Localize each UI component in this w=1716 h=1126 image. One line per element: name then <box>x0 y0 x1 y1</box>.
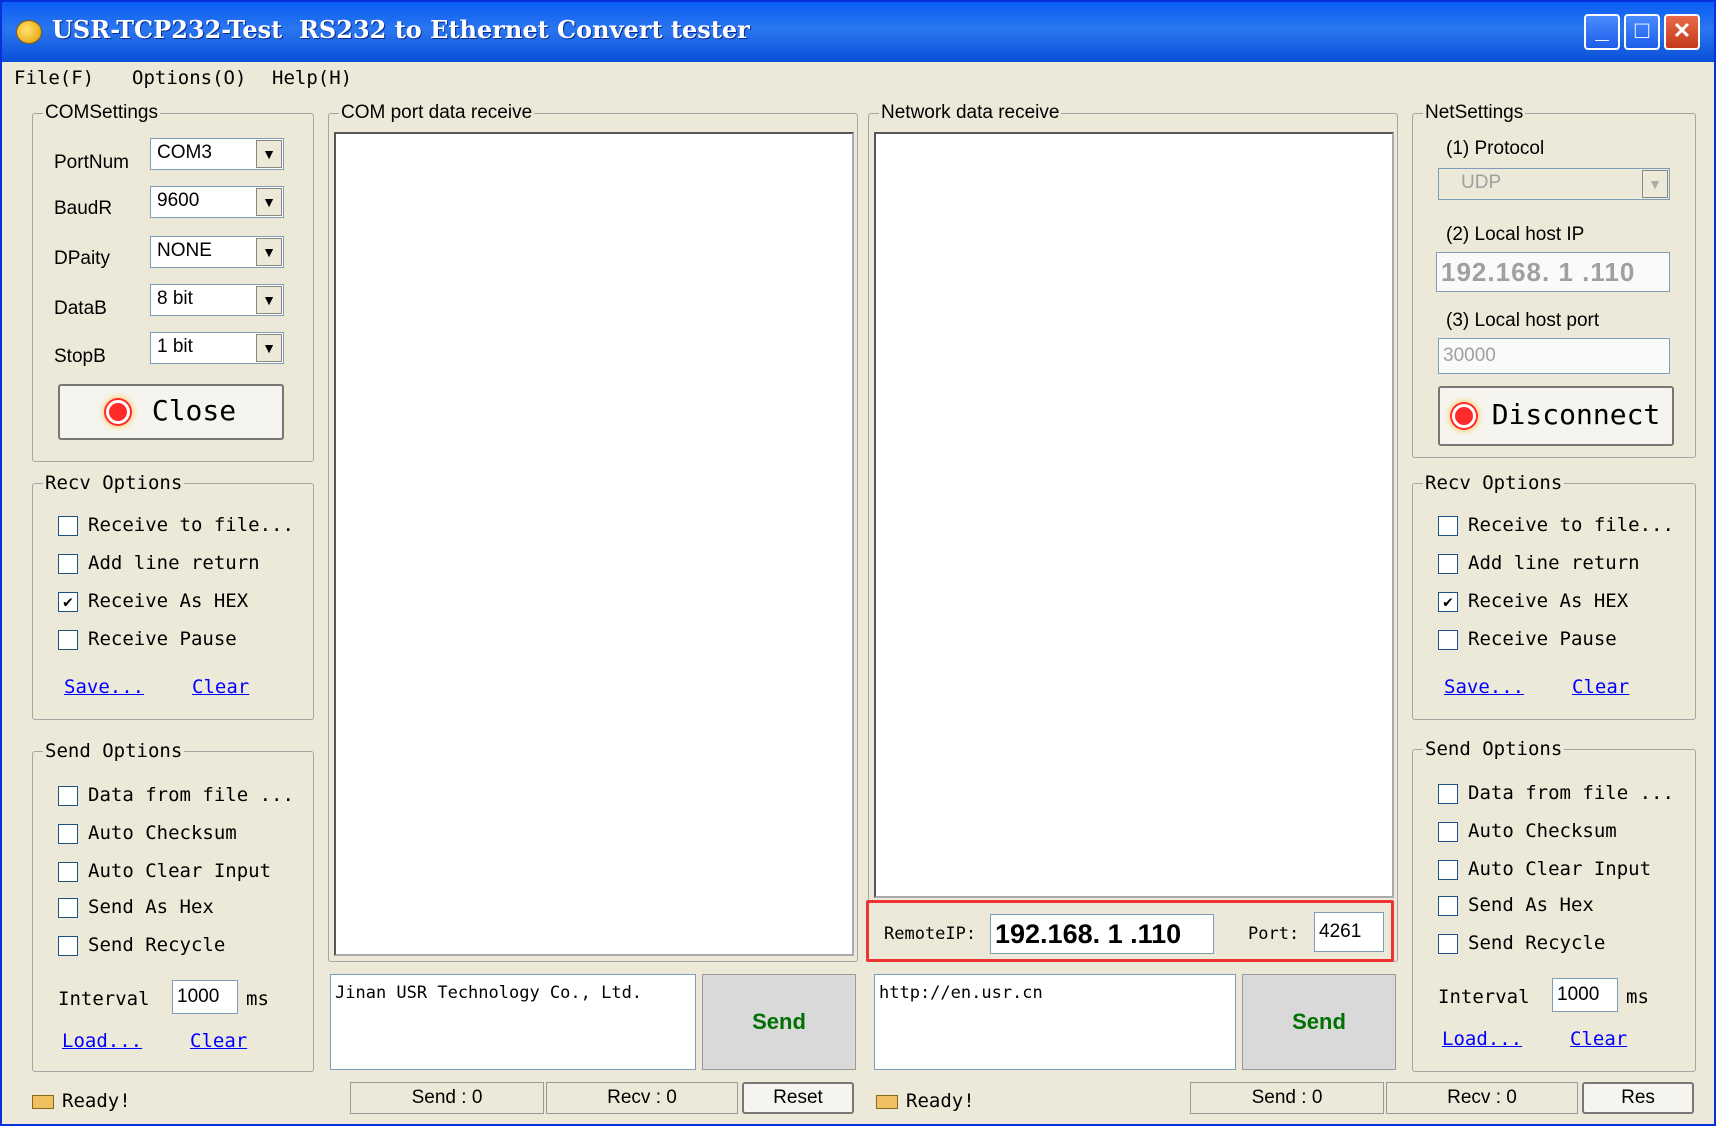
host-ip-label: (2) Local host IP <box>1446 224 1585 245</box>
net-reset-button[interactable]: Res <box>1582 1082 1694 1114</box>
com-recv-count: Recv : 0 <box>546 1082 738 1114</box>
com-recv-to-file-checkbox[interactable]: Receive to file... <box>58 514 294 536</box>
databits-label: DataB <box>54 298 107 319</box>
com-recv-clear-link[interactable]: Clear <box>192 676 249 698</box>
com-interval-unit: ms <box>246 988 269 1010</box>
net-interval-input[interactable]: 1000 <box>1552 978 1618 1012</box>
title-bar: USR-TCP232-Test RS232 to Ethernet Conver… <box>2 2 1714 62</box>
net-send-options-legend: Send Options <box>1425 738 1563 760</box>
com-recv-options-legend: Recv Options <box>45 472 183 494</box>
com-receive-legend: COM port data receive <box>341 102 533 123</box>
chevron-down-icon: ▼ <box>256 286 282 314</box>
com-recv-as-hex-checkbox[interactable]: ✔ Receive As HEX <box>58 590 248 612</box>
net-send-button[interactable]: Send <box>1242 974 1396 1070</box>
net-recv-as-hex-checkbox[interactable]: ✔ Receive As HEX <box>1438 590 1628 612</box>
com-close-button[interactable]: Close <box>58 384 284 440</box>
portnum-select[interactable]: COM3 ▼ <box>150 138 284 170</box>
net-recv-clear-link[interactable]: Clear <box>1572 676 1629 698</box>
remote-port-input[interactable]: 4261 <box>1314 912 1384 952</box>
menu-file[interactable]: File(F) <box>14 67 94 89</box>
net-send-input[interactable]: http://en.usr.cn <box>874 974 1236 1070</box>
net-interval-unit: ms <box>1626 986 1649 1008</box>
com-send-options-legend: Send Options <box>45 740 183 762</box>
baudrate-select[interactable]: 9600 ▼ <box>150 186 284 218</box>
com-receive-textarea[interactable] <box>334 132 854 956</box>
hand-pointer-icon <box>876 1094 898 1109</box>
app-window: USR-TCP232-Test RS232 to Ethernet Conver… <box>0 0 1716 1126</box>
app-icon <box>16 20 42 44</box>
net-send-as-hex-checkbox[interactable]: Send As Hex <box>1438 894 1594 916</box>
status-light-icon <box>105 400 130 424</box>
close-window-button[interactable]: ✕ <box>1664 14 1700 50</box>
com-interval-label: Interval <box>58 988 150 1010</box>
com-add-line-return-checkbox[interactable]: Add line return <box>58 552 260 574</box>
remote-ip-label: RemoteIP: <box>884 924 977 944</box>
net-interval-label: Interval <box>1438 986 1530 1008</box>
window-title: USR-TCP232-Test RS232 to Ethernet Conver… <box>52 15 750 44</box>
maximize-button[interactable]: □ <box>1624 14 1660 50</box>
remote-port-label: Port: <box>1248 924 1300 944</box>
menu-help[interactable]: Help(H) <box>272 67 352 89</box>
net-receive-textarea[interactable] <box>874 132 1394 898</box>
host-ip-input[interactable]: 192.168. 1 .110 <box>1436 252 1670 292</box>
baudrate-label: BaudR <box>54 198 113 219</box>
disconnect-button[interactable]: Disconnect <box>1438 386 1674 446</box>
com-recv-pause-checkbox[interactable]: Receive Pause <box>58 628 237 650</box>
portnum-label: PortNum <box>54 152 129 173</box>
chevron-down-icon: ▼ <box>1642 170 1668 198</box>
protocol-select[interactable]: UDP ▼ <box>1438 168 1670 200</box>
net-recv-count: Recv : 0 <box>1386 1082 1578 1114</box>
net-data-from-file-checkbox[interactable]: Data from file ... <box>1438 782 1674 804</box>
net-send-recycle-checkbox[interactable]: Send Recycle <box>1438 932 1605 954</box>
com-reset-button[interactable]: Reset <box>742 1082 854 1114</box>
net-auto-checksum-checkbox[interactable]: Auto Checksum <box>1438 820 1617 842</box>
menu-options[interactable]: Options(O) <box>132 67 246 89</box>
net-auto-clear-input-checkbox[interactable]: Auto Clear Input <box>1438 858 1651 880</box>
stopbits-select[interactable]: 1 bit ▼ <box>150 332 284 364</box>
status-light-icon <box>1451 404 1476 428</box>
com-status-ready: Ready! <box>32 1090 131 1112</box>
checkmark-icon: ✔ <box>58 591 78 612</box>
checkmark-icon: ✔ <box>1438 591 1458 612</box>
net-recv-pause-checkbox[interactable]: Receive Pause <box>1438 628 1617 650</box>
databits-select[interactable]: 8 bit ▼ <box>150 284 284 316</box>
parity-label: DPaity <box>54 248 110 269</box>
net-recv-save-link[interactable]: Save... <box>1444 676 1524 698</box>
com-send-as-hex-checkbox[interactable]: Send As Hex <box>58 896 214 918</box>
com-load-link[interactable]: Load... <box>62 1030 142 1052</box>
com-send-button[interactable]: Send <box>702 974 856 1070</box>
net-send-count: Send : 0 <box>1190 1082 1384 1114</box>
com-auto-clear-input-checkbox[interactable]: Auto Clear Input <box>58 860 271 882</box>
net-add-line-return-checkbox[interactable]: Add line return <box>1438 552 1640 574</box>
parity-select[interactable]: NONE ▼ <box>150 236 284 268</box>
net-recv-options-legend: Recv Options <box>1425 472 1563 494</box>
com-send-input[interactable]: Jinan USR Technology Co., Ltd. <box>330 974 696 1070</box>
protocol-label: (1) Protocol <box>1446 138 1545 159</box>
com-interval-input[interactable]: 1000 <box>172 980 238 1014</box>
chevron-down-icon: ▼ <box>256 140 282 168</box>
net-status-ready: Ready! <box>876 1090 975 1112</box>
com-send-clear-link[interactable]: Clear <box>190 1030 247 1052</box>
net-send-clear-link[interactable]: Clear <box>1570 1028 1627 1050</box>
com-auto-checksum-checkbox[interactable]: Auto Checksum <box>58 822 237 844</box>
com-data-from-file-checkbox[interactable]: Data from file ... <box>58 784 294 806</box>
net-recv-to-file-checkbox[interactable]: Receive to file... <box>1438 514 1674 536</box>
net-settings-legend: NetSettings <box>1425 102 1524 123</box>
chevron-down-icon: ▼ <box>256 334 282 362</box>
chevron-down-icon: ▼ <box>256 238 282 266</box>
remote-ip-input[interactable]: 192.168. 1 .110 <box>990 914 1214 954</box>
com-recv-save-link[interactable]: Save... <box>64 676 144 698</box>
menu-bar: File(F) Options(O) Help(H) <box>4 64 1712 92</box>
chevron-down-icon: ▼ <box>256 188 282 216</box>
stopbits-label: StopB <box>54 346 106 367</box>
net-load-link[interactable]: Load... <box>1442 1028 1522 1050</box>
host-port-label: (3) Local host port <box>1446 310 1600 331</box>
net-receive-legend: Network data receive <box>881 102 1060 123</box>
minimize-button[interactable]: _ <box>1584 14 1620 50</box>
com-send-count: Send : 0 <box>350 1082 544 1114</box>
host-port-input[interactable]: 30000 <box>1438 338 1670 374</box>
com-send-recycle-checkbox[interactable]: Send Recycle <box>58 934 225 956</box>
com-settings-legend: COMSettings <box>45 102 158 123</box>
hand-pointer-icon <box>32 1094 54 1109</box>
